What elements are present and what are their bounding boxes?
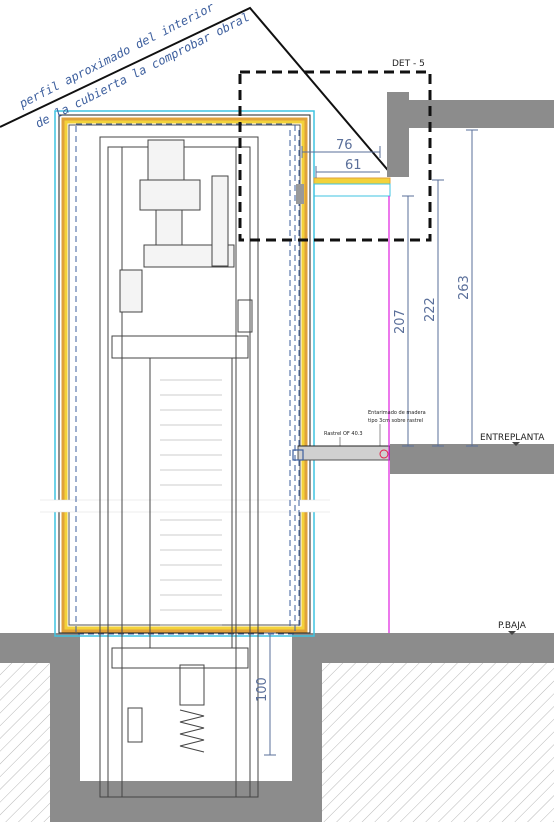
annotation-entarimado-2: tipo 3cm sobre rastrel: [368, 418, 423, 424]
entreplanta-slab: [292, 444, 554, 474]
dim-263: 263: [457, 275, 472, 300]
detail-label: DET - 5: [392, 59, 425, 69]
dim-207: 207: [393, 309, 408, 334]
annotation-entarimado-1: Entarimado de madera: [368, 410, 426, 416]
level-pbaja: P.BAJA: [498, 621, 527, 631]
small-annotations: Rastrel OF 40.3 Entarimado de madera tip…: [324, 410, 426, 446]
elevator-pit: [50, 633, 322, 822]
dim-100: 100: [255, 677, 270, 702]
dim-222: 222: [423, 297, 438, 322]
elevator-section-drawing: perfil aproximado del interior de la cub…: [0, 0, 554, 822]
level-entreplanta: ENTREPLANTA: [480, 433, 545, 443]
dim-76: 76: [336, 138, 353, 153]
note-line-1: perfil aproximado del interior: [16, 0, 217, 111]
dim-61: 61: [345, 158, 362, 173]
note-line-2: de la cubierta la comprobar obral: [33, 10, 252, 131]
elevator-machine: [119, 139, 253, 333]
ground-slab: [0, 633, 554, 663]
upper-structure: [387, 92, 554, 177]
pit-buffers: [127, 664, 205, 753]
break-gap: [40, 499, 330, 513]
dimension-labels: 76 61 207 222 263 100: [255, 138, 472, 702]
annotation-restrel: Rastrel OF 40.3: [324, 431, 363, 437]
